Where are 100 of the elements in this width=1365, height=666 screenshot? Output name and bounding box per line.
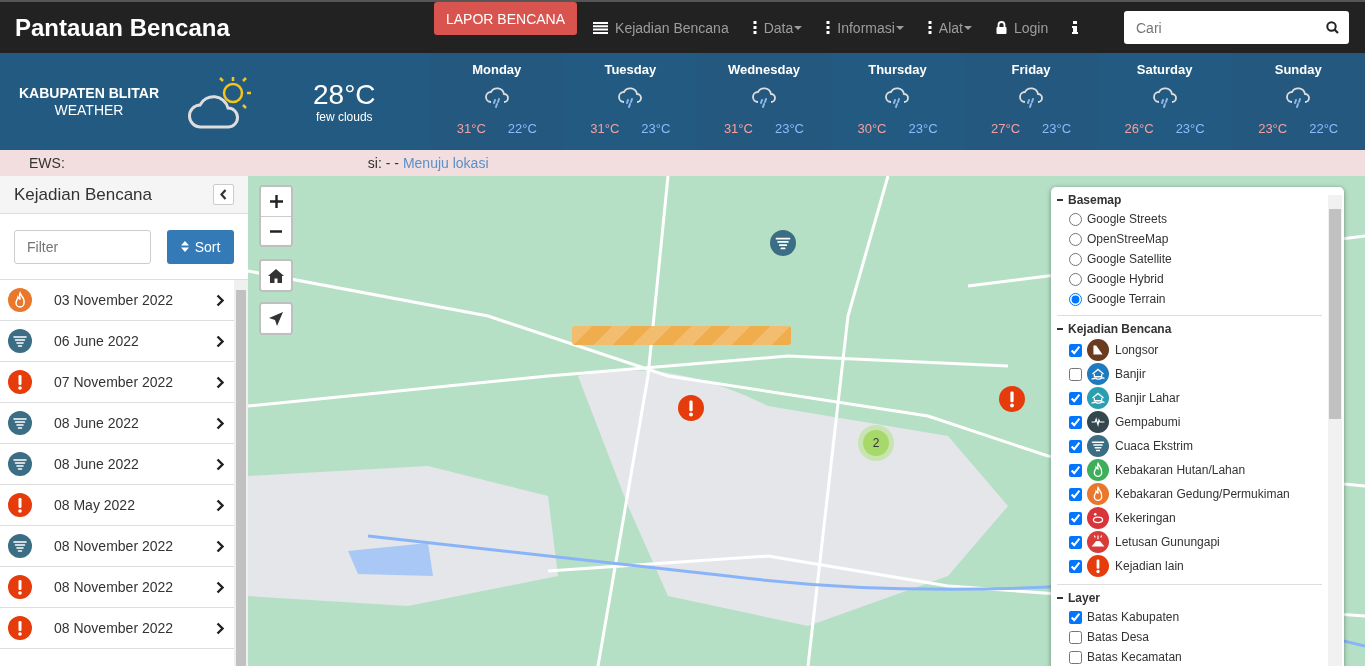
navigation-arrow-icon — [269, 311, 283, 326]
weather-subtitle: WEATHER — [54, 101, 124, 118]
layer-option[interactable]: OpenStreeMap — [1057, 229, 1322, 249]
kejadian-lain-icon — [8, 575, 32, 599]
home-button[interactable] — [261, 261, 291, 290]
nav-menu-item[interactable]: Informasi — [814, 2, 916, 53]
section-title: Kejadian Bencana — [1068, 322, 1172, 336]
radio-button[interactable] — [1069, 212, 1082, 226]
map-marker-kejadian-lain-icon[interactable] — [999, 386, 1025, 412]
layer-option[interactable]: Google Streets — [1057, 209, 1322, 229]
chevron-right-icon — [216, 416, 224, 430]
layer-option[interactable]: Banjir Lahar — [1057, 386, 1322, 410]
info-icon[interactable] — [1072, 21, 1079, 34]
layer-option[interactable]: Batas Kabupaten — [1057, 607, 1322, 627]
report-button[interactable]: LAPOR BENCANA — [434, 2, 578, 35]
layer-option[interactable]: Cuaca Ekstrim — [1057, 434, 1322, 458]
incident-list-item[interactable]: 08 June 2022 — [0, 403, 234, 444]
layer-option[interactable]: Longsor — [1057, 338, 1322, 362]
layer-option[interactable]: Kekeringan — [1057, 506, 1322, 530]
home-icon — [268, 268, 284, 283]
incident-list-item[interactable]: 07 November 2022 — [0, 362, 234, 403]
filter-field[interactable]: Filter — [14, 229, 151, 264]
radio-button[interactable] — [1069, 292, 1082, 306]
high-temperature: 30°C — [857, 121, 887, 136]
layer-option[interactable]: Kejadian lain — [1057, 554, 1322, 578]
rain-cloud-icon — [1285, 86, 1312, 110]
chevron-right-icon — [216, 621, 224, 635]
incident-list-item[interactable]: 08 November 2022 — [0, 526, 234, 567]
checkbox[interactable] — [1069, 610, 1082, 624]
checkbox[interactable] — [1069, 487, 1082, 501]
incident-list-item[interactable]: 08 November 2022 — [0, 567, 234, 608]
letusan-icon — [1087, 531, 1109, 553]
low-temperature: 23°C — [641, 121, 671, 136]
cuaca-ekstrim-icon — [8, 411, 32, 435]
forecast-day: Friday — [1011, 62, 1051, 77]
search-field[interactable]: Cari — [1124, 11, 1349, 44]
checkbox[interactable] — [1069, 650, 1082, 664]
radio-button[interactable] — [1069, 252, 1082, 266]
locate-button[interactable] — [261, 304, 291, 333]
chevron-right-icon — [216, 293, 224, 307]
lock-icon — [996, 21, 1007, 34]
radio-button[interactable] — [1069, 232, 1082, 246]
checkbox[interactable] — [1069, 630, 1082, 644]
cuaca-ekstrim-icon — [8, 534, 32, 558]
ews-ticker: si: - - — [367, 155, 399, 171]
checkbox[interactable] — [1069, 439, 1082, 453]
sort-button[interactable]: Sort — [167, 229, 234, 264]
checkbox[interactable] — [1069, 511, 1082, 525]
incident-list-item[interactable]: 03 November 2022 — [0, 280, 234, 321]
zoom-out-button[interactable] — [261, 216, 291, 245]
nav-menu-item[interactable]: Data — [740, 2, 815, 53]
forecast-day: Tuesday — [604, 62, 657, 77]
cuaca-ekstrim-icon — [1087, 435, 1109, 457]
layer-option[interactable]: Kebakaran Gedung/Permukiman — [1057, 482, 1322, 506]
vertical-dots-icon — [927, 21, 932, 34]
layer-option[interactable]: Batas Kecamatan — [1057, 647, 1322, 666]
nav-menu-item[interactable]: Login — [984, 2, 1061, 53]
layer-option[interactable]: Banjir — [1057, 362, 1322, 386]
scrollbar[interactable] — [1328, 195, 1342, 666]
kejadian-lain-icon — [8, 493, 32, 517]
checkbox[interactable] — [1069, 415, 1082, 429]
kebakaran-gedung-icon — [1087, 483, 1109, 505]
nav-menu-item[interactable]: Alat — [915, 2, 984, 53]
section-title: Basemap — [1068, 193, 1122, 207]
layer-option[interactable]: Batas Desa — [1057, 627, 1322, 647]
chevron-left-icon — [220, 189, 227, 200]
forecast-day: Sunday — [1274, 62, 1322, 77]
cuaca-ekstrim-icon — [8, 452, 32, 476]
checkbox[interactable] — [1069, 535, 1082, 549]
checkbox[interactable] — [1069, 367, 1082, 381]
high-temperature: 26°C — [1124, 121, 1154, 136]
checkbox[interactable] — [1069, 463, 1082, 477]
incident-list-item[interactable]: 08 June 2022 — [0, 444, 234, 485]
incident-list-item[interactable]: 08 November 2022 — [0, 608, 234, 649]
banjir-lahar-icon — [1087, 387, 1109, 409]
minus-icon — [270, 229, 282, 233]
collapse-button[interactable] — [213, 184, 234, 205]
layer-option[interactable]: Google Hybrid — [1057, 269, 1322, 289]
low-temperature: 23°C — [908, 121, 938, 136]
layer-option[interactable]: Kebakaran Hutan/Lahan — [1057, 458, 1322, 482]
longsor-icon — [1087, 339, 1109, 361]
map-marker-kejadian-lain-icon[interactable] — [678, 395, 704, 421]
layer-option[interactable]: Gempabumi — [1057, 410, 1322, 434]
checkbox[interactable] — [1069, 391, 1082, 405]
checkbox[interactable] — [1069, 343, 1082, 357]
nav-menu-item[interactable]: Kejadian Bencana — [581, 2, 741, 53]
incident-list-item[interactable]: 06 June 2022 — [0, 321, 234, 362]
marker-cluster[interactable]: 2 — [858, 425, 894, 461]
layer-option[interactable]: Google Satellite — [1057, 249, 1322, 269]
layer-option[interactable]: Letusan Gunungapi — [1057, 530, 1322, 554]
kekeringan-icon — [1087, 507, 1109, 529]
layer-option[interactable]: Google Terrain — [1057, 289, 1322, 309]
checkbox[interactable] — [1069, 559, 1082, 573]
incident-list-item[interactable]: 08 May 2022 — [0, 485, 234, 526]
scrollbar[interactable] — [234, 280, 248, 666]
map-marker-cuaca-ekstrim-icon[interactable] — [770, 230, 796, 256]
high-temperature: 31°C — [456, 121, 486, 136]
plus-icon — [269, 195, 283, 208]
app-title: Pantauan Bencana — [14, 13, 231, 42]
radio-button[interactable] — [1069, 272, 1082, 286]
